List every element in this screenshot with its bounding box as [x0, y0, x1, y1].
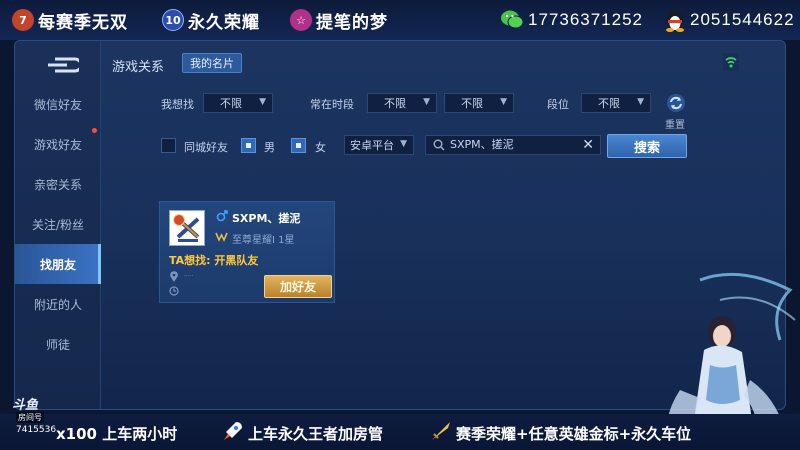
rank-badge-icon	[173, 214, 185, 226]
sidebar-item-intimate[interactable]: 亲密关系	[15, 164, 101, 204]
chevron-down-icon: ▼	[259, 97, 266, 107]
chevron-down-icon: ▼	[423, 97, 430, 107]
rocket-icon	[224, 422, 242, 440]
male-label: 男	[264, 141, 275, 154]
sidebar-item-game-friends[interactable]: 游戏好友	[15, 124, 101, 164]
banner-wechat: 17736371252	[500, 6, 643, 34]
chevron-down-icon: ▼	[400, 139, 407, 149]
chevron-down-icon: ▼	[637, 97, 644, 107]
friend-location: ·····	[184, 273, 194, 280]
douyu-logo: 斗鱼	[12, 398, 39, 413]
banner-item-glory: 10 永久荣耀	[162, 6, 260, 34]
rank-badge-icon: 10	[162, 9, 184, 31]
same-city-label: 同城好友	[184, 141, 228, 154]
male-icon	[216, 210, 228, 222]
search-input[interactable]: SXPM、搓泥 ✕	[425, 135, 601, 155]
sidebar-item-follow-fans[interactable]: 关注/粉丝	[15, 204, 101, 244]
female-label: 女	[315, 141, 326, 154]
clear-icon[interactable]: ✕	[582, 136, 594, 154]
banner-qq: 2051544622	[664, 6, 795, 34]
same-city-checkbox[interactable]	[161, 138, 176, 153]
sidebar-item-find-friends[interactable]: 找朋友	[15, 244, 101, 284]
sidebar-item-wechat-friends[interactable]: 微信好友	[15, 84, 101, 124]
sidebar-item-mentor[interactable]: 师徒	[15, 324, 101, 364]
female-checkbox[interactable]	[291, 138, 306, 153]
rank-badge-icon: 7	[12, 9, 34, 31]
male-checkbox[interactable]	[241, 138, 256, 153]
avatar[interactable]	[169, 210, 205, 246]
banner-text-3: 赛季荣耀+任意英雄金标+永久车位	[456, 425, 692, 443]
search-icon	[433, 139, 445, 151]
back-arrow-icon[interactable]	[45, 55, 79, 75]
room-number: 7415536	[16, 425, 57, 435]
want-select[interactable]: 不限 ▼	[203, 93, 273, 113]
friend-name: SXPM、搓泥	[232, 212, 301, 225]
chevron-down-icon: ▼	[500, 97, 507, 107]
rank-badge-icon: ☆	[290, 9, 312, 31]
want-label: 我想找	[161, 98, 194, 111]
wechat-icon	[500, 9, 524, 31]
friend-rank: 至尊星耀I 1星	[232, 235, 295, 246]
tab-my-card[interactable]: 我的名片	[182, 53, 242, 73]
top-stream-banner: 7 每赛季无双 10 永久荣耀 ☆ 提笔的梦 17736371252 20515…	[0, 0, 800, 40]
rank-label: 段位	[547, 98, 569, 111]
sidebar: 微信好友 游戏好友 亲密关系 关注/粉丝 找朋友 附近的人 师徒	[15, 41, 101, 409]
notification-dot	[92, 128, 97, 133]
friend-seeking: TA想找: 开黑队友	[169, 254, 259, 267]
page-title: 游戏关系	[112, 60, 165, 75]
bottom-stream-banner: 房间号 7415536 x100 上车两小时 上车永久王者加房管 赛季荣耀+任意…	[0, 412, 800, 450]
room-label: 房间号	[16, 412, 44, 423]
sidebar-item-nearby[interactable]: 附近的人	[15, 284, 101, 324]
online-time-select-1[interactable]: 不限 ▼	[367, 93, 437, 113]
banner-text-1: x100 上车两小时	[56, 425, 178, 443]
add-friend-button[interactable]: 加好友	[264, 275, 332, 298]
online-time-label: 常在时段	[310, 98, 354, 111]
wifi-signal-icon	[723, 53, 739, 71]
reset-label[interactable]: 重置	[665, 116, 685, 131]
qq-penguin-icon	[664, 8, 686, 32]
search-button[interactable]: 搜索	[607, 134, 687, 158]
star-rank-icon	[215, 232, 228, 242]
banner-item-season: 7 每赛季无双	[12, 6, 128, 34]
sword-icon	[432, 422, 450, 440]
platform-select[interactable]: 安卓平台 ▼	[344, 135, 414, 155]
rank-select[interactable]: 不限 ▼	[581, 93, 651, 113]
clock-icon	[169, 286, 179, 296]
banner-item-streamer: ☆ 提笔的梦	[290, 6, 388, 34]
friend-result-card: SXPM、搓泥 至尊星耀I 1星 TA想找: 开黑队友 ····· 加好友	[159, 201, 335, 303]
online-time-select-2[interactable]: 不限 ▼	[444, 93, 514, 113]
banner-text-2: 上车永久王者加房管	[248, 425, 384, 443]
location-icon	[170, 271, 178, 282]
refresh-icon[interactable]	[666, 93, 686, 113]
